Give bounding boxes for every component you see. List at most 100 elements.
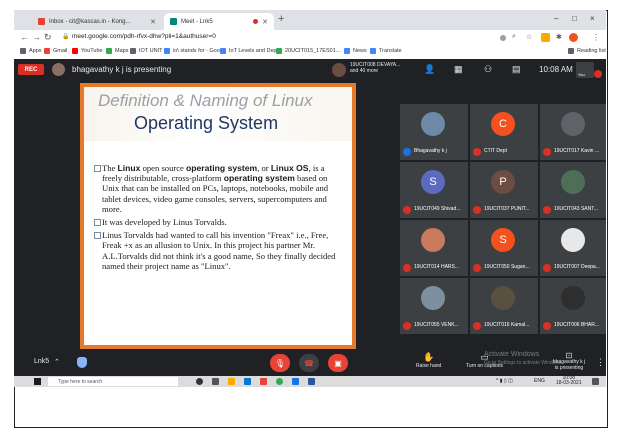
mic-off-icon — [543, 206, 551, 214]
bookmark-label: Reading list — [577, 48, 606, 54]
bookmark-item[interactable]: IOT UNIT 1 — [130, 48, 167, 54]
bookmark-item[interactable]: IoT Levels and Depl... — [220, 48, 282, 54]
participant-tile[interactable]: 19UCIT016 Kamal... — [470, 278, 538, 334]
participant-name: 19UCIT014 HARS... — [414, 264, 460, 270]
bookmark-item[interactable]: YouTube — [72, 48, 103, 54]
tab-meet[interactable]: Meet - Lnk5 ✕ — [164, 13, 274, 30]
office-icon[interactable] — [260, 378, 267, 385]
bookmark-icon — [130, 48, 136, 54]
forward-button[interactable]: → — [32, 32, 41, 42]
participant-tile[interactable]: P 19UCIT037 PUNIT... — [470, 162, 538, 218]
presenting-indicator[interactable]: ⊡ bhagavathy k j is presenting — [549, 352, 589, 375]
bookmark-item[interactable]: 20UCIT015_17ES01... — [276, 48, 340, 54]
close-tab-icon[interactable]: ✕ — [262, 18, 268, 26]
file-explorer-icon[interactable] — [228, 378, 235, 385]
bookmarks-bar: Apps Gmail YouTube Maps IOT UNIT 1 io\ stands… — [14, 46, 606, 60]
participant-name: 19UCIT007 Deepa... — [554, 264, 600, 270]
slide-body: The Linux open source operating system, … — [94, 163, 346, 274]
chrome-icon[interactable] — [276, 378, 283, 385]
bookmark-icon — [106, 48, 112, 54]
chat-icon[interactable]: ▤ — [512, 64, 521, 75]
participant-tile[interactable]: S 19UCIT050 Sugan... — [470, 220, 538, 276]
bookmark-item[interactable]: io\ stands for - Goo... — [164, 48, 224, 54]
slide-bullet: Linus Torvalds had wanted to call his in… — [94, 230, 346, 271]
security-shield-icon[interactable] — [77, 357, 87, 368]
participant-name: 19UCIT043 SANT... — [554, 206, 598, 212]
participant-tile[interactable]: 19UCIT006 BHAR... — [540, 278, 606, 334]
search-placeholder: Type here to search — [58, 378, 103, 385]
reload-button[interactable]: ↻ — [44, 32, 52, 43]
address-bar: ← → ↻ 🔒 meet.google.com/pdh-rfvx-dhw?pli… — [14, 30, 606, 46]
participant-tile[interactable]: 19UCIT017 Kavin ... — [540, 104, 606, 160]
puzzle-icon[interactable]: ✱ — [556, 33, 562, 41]
participant-tile[interactable]: Bhagavathy k j — [400, 104, 468, 160]
raise-hand-button[interactable]: ✋ Raise hand — [416, 352, 441, 369]
bookmark-icon — [164, 48, 170, 54]
close-tab-icon[interactable]: ✕ — [150, 18, 156, 26]
participant-tile[interactable]: 19UCIT055 VENK... — [400, 278, 468, 334]
participant-name: 19UCIT017 Kavin ... — [554, 148, 600, 154]
participant-tile[interactable]: 19UCIT007 Deepa... — [540, 220, 606, 276]
profile-avatar[interactable] — [569, 33, 578, 42]
participant-name: CTIT Dept — [484, 148, 507, 154]
participant-tile[interactable]: C CTIT Dept — [470, 104, 538, 160]
windows-start-icon[interactable] — [34, 378, 41, 385]
notifications-icon[interactable] — [592, 378, 599, 385]
bookmark-item[interactable]: Translate — [370, 48, 402, 54]
tab-inbox[interactable]: Inbox - cit@kascas.in - Kong... ✕ — [32, 13, 162, 30]
language-indicator[interactable]: ENG — [534, 378, 545, 384]
end-call-button[interactable]: ☎ — [299, 354, 319, 372]
store-icon[interactable] — [244, 378, 251, 385]
participant-avatar: S — [421, 170, 445, 194]
star-icon[interactable]: ☆ — [526, 33, 532, 41]
back-button[interactable]: ← — [20, 32, 29, 42]
participant-avatar: S — [491, 228, 515, 252]
bookmark-item[interactable]: News — [344, 48, 367, 54]
close-window-button[interactable]: × — [590, 14, 595, 23]
taskbar-clock[interactable]: 10:08 18-03-2021 — [556, 376, 582, 386]
participant-tile[interactable]: 19UCIT043 SANT... — [540, 162, 606, 218]
zoom-icon[interactable]: ⌕ — [512, 33, 516, 41]
camera-off-button[interactable]: ▣ — [328, 354, 348, 372]
pinned-participant-avatar[interactable] — [332, 63, 346, 77]
maximize-button[interactable]: □ — [572, 14, 577, 23]
rec-label: REC — [24, 66, 38, 73]
bookmark-icon — [370, 48, 376, 54]
taskbar-search-input[interactable]: Type here to search — [48, 377, 178, 386]
mic-off-icon — [473, 148, 481, 156]
meeting-code[interactable]: Lnk5 — [34, 358, 49, 365]
extension-icon[interactable] — [541, 33, 550, 42]
pinned-participant-name: 19UCIT008 DEVAYA... and 40 more — [350, 62, 400, 74]
layout-grid-icon[interactable]: ▦ — [454, 64, 463, 75]
windows-taskbar: Type here to search ^ ▮ ▯ ◫ ENG 10:08 18… — [14, 376, 606, 387]
tray-icons[interactable]: ^ ▮ ▯ ◫ — [496, 378, 513, 384]
bookmark-item[interactable]: Gmail — [44, 48, 67, 54]
bookmark-item[interactable]: Reading list — [568, 48, 606, 54]
edge-icon[interactable] — [292, 378, 299, 385]
participants-icon[interactable]: ⚇ — [484, 64, 492, 75]
task-view-icon[interactable] — [212, 378, 219, 385]
participant-tile[interactable]: S 19UCIT049 Shivad... — [400, 162, 468, 218]
self-view-tile[interactable]: You — [576, 62, 594, 78]
people-icon[interactable]: 👤 — [424, 64, 435, 75]
bookmark-icon — [220, 48, 226, 54]
menu-icon[interactable]: ⋮ — [592, 33, 600, 42]
more-options-icon[interactable]: ⋮ — [596, 357, 605, 368]
recording-badge: REC — [18, 64, 44, 75]
bookmark-label: Maps — [115, 48, 129, 54]
word-icon[interactable] — [308, 378, 315, 385]
camera-indicator-icon[interactable] — [500, 35, 506, 41]
mic-off-icon — [403, 264, 411, 272]
url-field[interactable]: meet.google.com/pdh-rfvx-dhw?pli=1&authu… — [72, 33, 216, 40]
cortana-icon[interactable] — [196, 378, 203, 385]
minimize-button[interactable]: – — [554, 14, 558, 23]
mic-off-button[interactable]: 🎙 — [270, 354, 290, 372]
new-tab-button[interactable]: + — [278, 13, 284, 25]
bookmark-item[interactable]: Apps — [20, 48, 42, 54]
bookmark-item[interactable]: Maps — [106, 48, 128, 54]
participant-tile[interactable]: 19UCIT014 HARS... — [400, 220, 468, 276]
pinned-name-line2: and 40 more — [350, 68, 379, 74]
mic-off-icon — [473, 322, 481, 330]
participant-avatar — [561, 286, 585, 310]
chevron-up-icon[interactable]: ⌃ — [54, 358, 60, 366]
